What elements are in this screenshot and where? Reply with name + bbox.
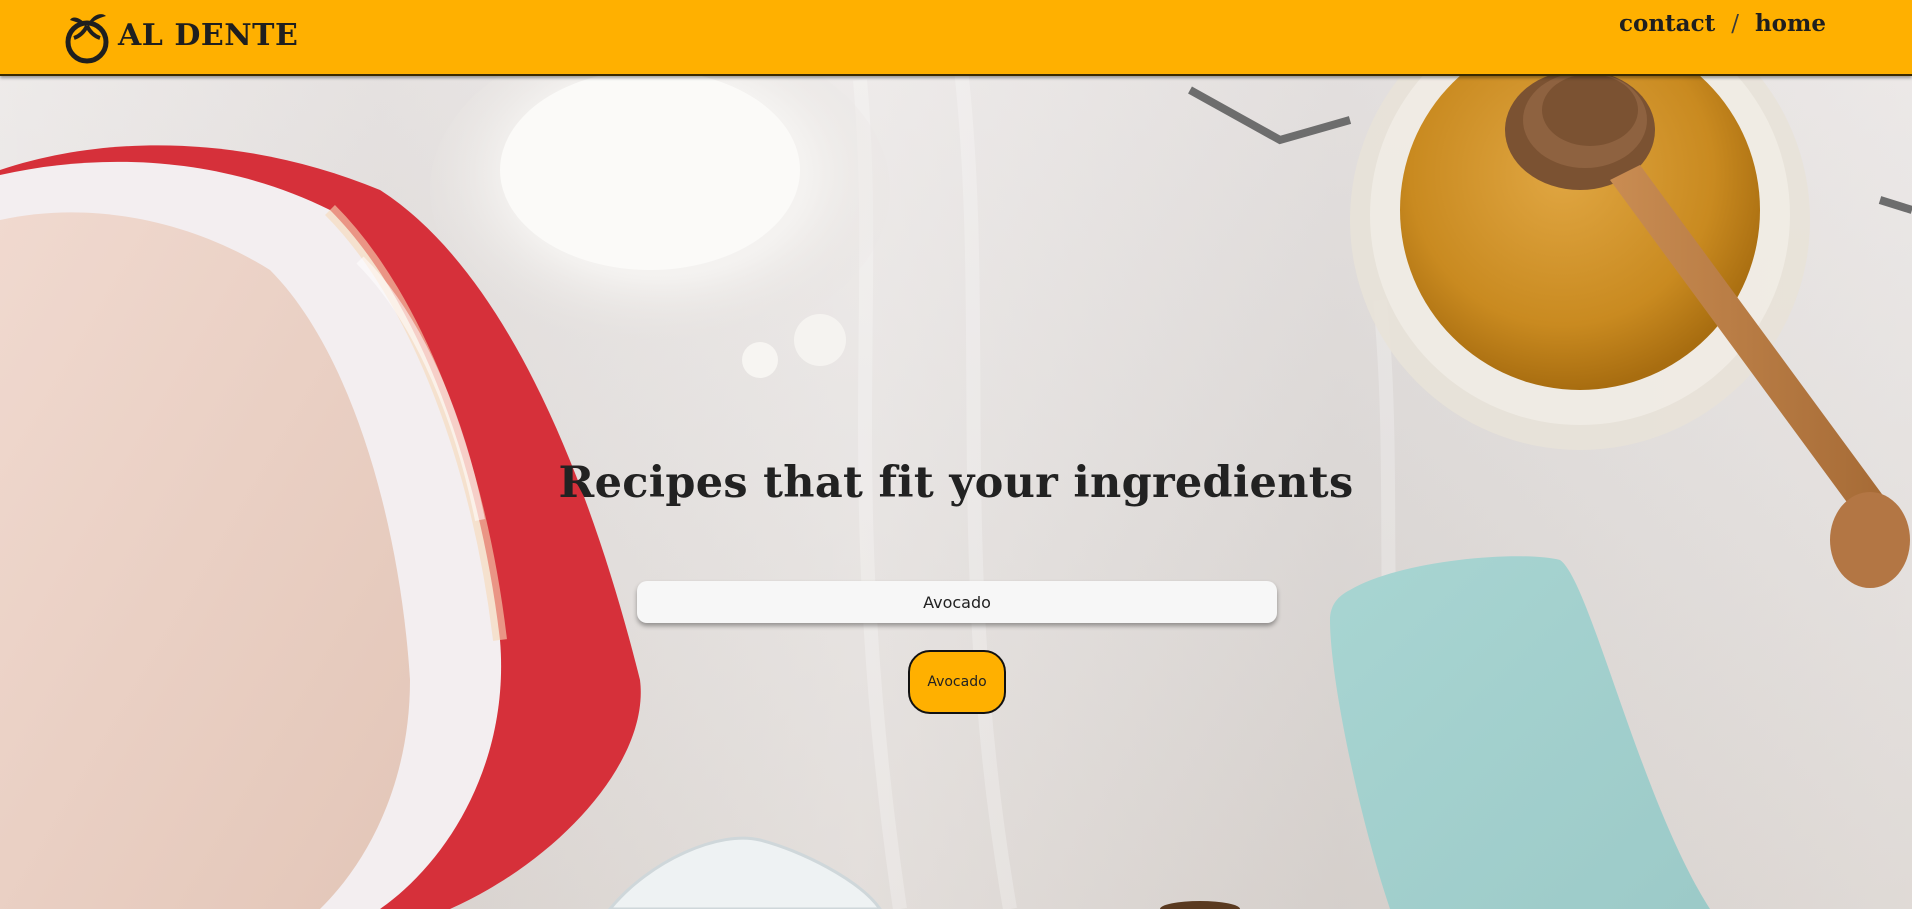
nav-link-home[interactable]: home	[1755, 10, 1826, 37]
brand-logo-link[interactable]: AL DENTE	[64, 8, 298, 66]
brand-name: AL DENTE	[118, 17, 299, 53]
nav-separator: /	[1731, 10, 1739, 37]
search-submit-button[interactable]: Avocado	[908, 650, 1006, 714]
main-nav: contact / home	[1619, 10, 1826, 37]
kitchen-ingredients-photo	[0, 0, 1912, 909]
nav-link-contact[interactable]: contact	[1619, 10, 1715, 37]
hero-background-photo	[0, 0, 1912, 909]
top-navbar: AL DENTE contact / home	[0, 0, 1912, 76]
hero-title: Recipes that fit your ingredients	[558, 458, 1354, 508]
ingredient-search-input[interactable]	[637, 581, 1277, 623]
tomato-logo-icon	[65, 14, 109, 64]
